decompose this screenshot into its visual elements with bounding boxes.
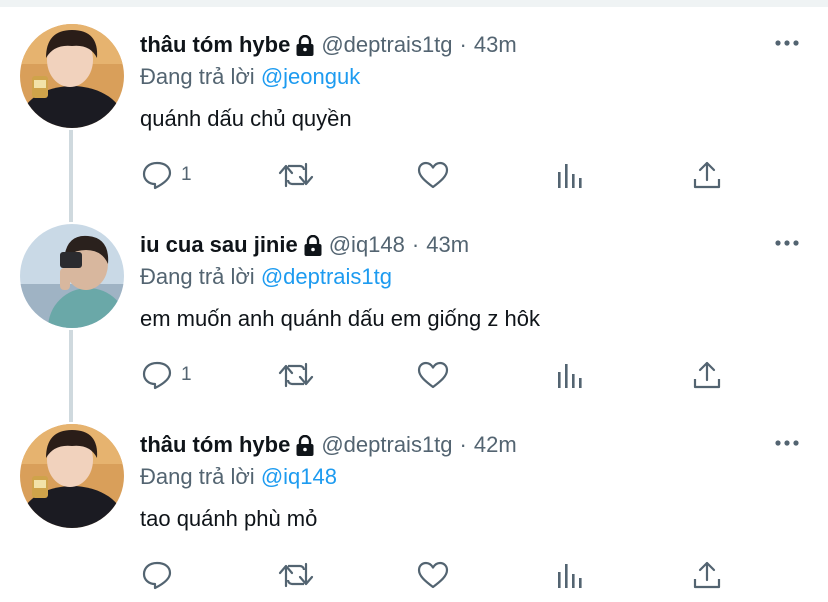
like-button[interactable] (416, 158, 450, 192)
like-icon (417, 561, 449, 589)
replying-to: Đang trả lời @jeonguk (140, 64, 360, 90)
lock-icon (295, 34, 315, 57)
user-handle[interactable]: @deptrais1tg (321, 432, 452, 458)
reply-button[interactable]: 1 (141, 358, 192, 392)
share-icon (693, 561, 721, 589)
share-button[interactable] (692, 358, 722, 392)
retweet-button[interactable] (277, 558, 315, 592)
replying-to: Đang trả lời @deptrais1tg (140, 264, 392, 290)
tweet-text: em muốn anh quánh dấu em giống z hôk (140, 306, 540, 331)
analytics-icon (558, 564, 582, 588)
timestamp[interactable]: 42m (474, 432, 517, 458)
avatar[interactable] (20, 424, 124, 528)
tweet[interactable]: iu cua sau jinie @iq148 · 43m Đang trả l… (0, 200, 828, 400)
user-handle[interactable]: @iq148 (329, 232, 405, 258)
timestamp[interactable]: 43m (426, 232, 469, 258)
replying-to: Đang trả lời @iq148 (140, 464, 337, 490)
retweet-icon (278, 362, 314, 388)
lock-icon (295, 434, 315, 457)
reply-button[interactable]: 1 (141, 158, 192, 192)
reply-mention[interactable]: @deptrais1tg (261, 264, 392, 289)
action-bar: 1 (0, 158, 828, 192)
tweet[interactable]: thâu tóm hybe @deptrais1tg · 43m Đang tr… (0, 0, 828, 200)
more-icon[interactable] (774, 436, 800, 448)
avatar[interactable] (20, 224, 124, 328)
more-icon[interactable] (774, 236, 800, 248)
timestamp[interactable]: 43m (474, 32, 517, 58)
share-button[interactable] (692, 558, 722, 592)
analytics-button[interactable] (556, 558, 584, 592)
reply-mention[interactable]: @jeonguk (261, 64, 360, 89)
reply-mention[interactable]: @iq148 (261, 464, 337, 489)
separator: · (459, 432, 467, 457)
more-icon[interactable] (774, 36, 800, 48)
tweet-text: tao quánh phù mỏ (140, 506, 318, 531)
action-bar: 1 (0, 358, 828, 392)
reply-count: 1 (181, 164, 192, 185)
share-icon (693, 361, 721, 389)
tweet-text: quánh dấu chủ quyền (140, 106, 352, 131)
reply-icon (142, 161, 172, 190)
lock-icon (303, 234, 323, 257)
share-icon (693, 161, 721, 189)
share-button[interactable] (692, 158, 722, 192)
avatar[interactable] (20, 24, 124, 128)
user-handle[interactable]: @deptrais1tg (321, 32, 452, 58)
reply-button[interactable] (141, 558, 181, 592)
action-bar (0, 558, 828, 592)
tweet[interactable]: thâu tóm hybe @deptrais1tg · 42m Đang tr… (0, 400, 828, 600)
display-name[interactable]: iu cua sau jinie (140, 232, 298, 258)
analytics-button[interactable] (556, 358, 584, 392)
separator: · (411, 232, 420, 257)
retweet-button[interactable] (277, 358, 315, 392)
reply-icon (142, 361, 172, 390)
reply-prefix: Đang trả lời (140, 264, 255, 289)
reply-prefix: Đang trả lời (140, 464, 255, 489)
like-button[interactable] (416, 558, 450, 592)
analytics-icon (558, 364, 582, 388)
retweet-button[interactable] (277, 158, 315, 192)
display-name[interactable]: thâu tóm hybe (140, 432, 290, 458)
like-icon (417, 361, 449, 389)
separator: · (459, 32, 467, 57)
reply-count: 1 (181, 364, 192, 385)
display-name[interactable]: thâu tóm hybe (140, 32, 290, 58)
reply-icon (142, 561, 172, 590)
like-button[interactable] (416, 358, 450, 392)
analytics-button[interactable] (556, 158, 584, 192)
retweet-icon (278, 162, 314, 188)
retweet-icon (278, 562, 314, 588)
reply-prefix: Đang trả lời (140, 64, 255, 89)
analytics-icon (558, 164, 582, 188)
like-icon (417, 161, 449, 189)
